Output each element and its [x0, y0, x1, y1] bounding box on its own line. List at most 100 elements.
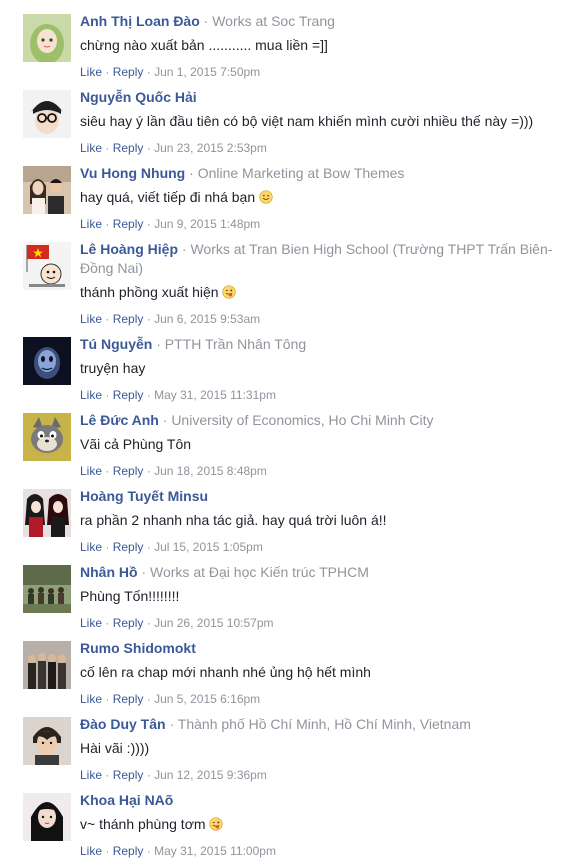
comment-author[interactable]: Vu Hong Nhung: [80, 165, 185, 181]
comment-item: Hoàng Tuyết Minsu ra phần 2 nhanh nha tá…: [0, 483, 576, 559]
comment-timestamp[interactable]: May 31, 2015 11:31pm: [154, 388, 276, 402]
comment-timestamp[interactable]: Jun 18, 2015 8:48pm: [154, 464, 267, 478]
reply-link[interactable]: Reply: [113, 312, 144, 326]
action-separator: ·: [146, 388, 155, 402]
meta-separator: ·: [189, 165, 198, 181]
comment-timestamp[interactable]: Jul 15, 2015 1:05pm: [154, 540, 263, 554]
meta-separator: ·: [203, 13, 213, 29]
like-link[interactable]: Like: [80, 312, 102, 326]
comment-actions: Like · Reply · Jun 5, 2015 6:16pm: [80, 691, 564, 707]
like-link[interactable]: Like: [80, 616, 102, 630]
action-separator: ·: [146, 65, 155, 79]
action-separator: ·: [105, 844, 113, 858]
like-link[interactable]: Like: [80, 217, 102, 231]
action-separator: ·: [105, 768, 113, 782]
meta-separator: ·: [156, 336, 165, 352]
comment-text: v~ thánh phùng tơm: [80, 816, 206, 832]
meta-separator: ·: [141, 564, 151, 580]
comment-item: Anh Thị Loan Đào · Works at Soc Trang ch…: [0, 8, 576, 84]
comment-text: Hài vãi :)))): [80, 740, 150, 756]
like-link[interactable]: Like: [80, 464, 102, 478]
comment-author[interactable]: Rumo Shidomokt: [80, 640, 196, 656]
comment-item: Khoa Hại NAõ v~ thánh phùng tơm Like · R…: [0, 787, 576, 863]
action-separator: ·: [105, 141, 113, 155]
action-separator: ·: [105, 217, 113, 231]
action-separator: ·: [146, 540, 155, 554]
action-separator: ·: [146, 616, 155, 630]
comment-author[interactable]: Tú Nguyễn: [80, 336, 152, 352]
comment-item: Nhân Hồ · Works at Đại học Kiến trúc TPH…: [0, 559, 576, 635]
comment-author[interactable]: Lê Đức Anh: [80, 412, 159, 428]
action-separator: ·: [105, 65, 113, 79]
comment-text: truyện hay: [80, 360, 146, 376]
comment-actions: Like · Reply · Jun 1, 2015 7:50pm: [80, 64, 564, 80]
band-photo-avatar[interactable]: [23, 641, 71, 689]
comment-item: Lê Hoàng Hiệp · Works at Tran Bien High …: [0, 236, 576, 331]
anime-pair-avatar[interactable]: [23, 489, 71, 537]
comment-text: Vãi cả Phùng Tôn: [80, 436, 192, 452]
group-outdoor-avatar[interactable]: [23, 565, 71, 613]
reply-link[interactable]: Reply: [113, 464, 144, 478]
comment-text: ra phần 2 nhanh nha tác giả. hay quá trờ…: [80, 512, 387, 528]
comment-author[interactable]: Lê Hoàng Hiệp: [80, 241, 178, 257]
comment-timestamp[interactable]: Jun 9, 2015 1:48pm: [154, 217, 260, 231]
comment-author[interactable]: Anh Thị Loan Đào: [80, 13, 200, 29]
comment-timestamp[interactable]: Jun 23, 2015 2:53pm: [154, 141, 267, 155]
reply-link[interactable]: Reply: [113, 768, 144, 782]
comment-timestamp[interactable]: Jun 12, 2015 9:36pm: [154, 768, 267, 782]
like-link[interactable]: Like: [80, 692, 102, 706]
reply-link[interactable]: Reply: [113, 844, 144, 858]
dark-creature-avatar[interactable]: [23, 337, 71, 385]
comment-text-row: v~ thánh phùng tơm: [80, 815, 564, 834]
cartoon-cat-avatar[interactable]: [23, 413, 71, 461]
comment-timestamp[interactable]: Jun 6, 2015 9:53am: [154, 312, 260, 326]
action-separator: ·: [146, 844, 155, 858]
like-link[interactable]: Like: [80, 388, 102, 402]
action-separator: ·: [105, 540, 113, 554]
smile-emoji-icon: [259, 190, 273, 204]
comment-author[interactable]: Đào Duy Tân: [80, 716, 166, 732]
comment-actions: Like · Reply · Jul 15, 2015 1:05pm: [80, 539, 564, 555]
action-separator: ·: [146, 464, 155, 478]
like-link[interactable]: Like: [80, 141, 102, 155]
comment-text: siêu hay ý lần đầu tiên có bộ việt nam k…: [80, 113, 534, 129]
like-link[interactable]: Like: [80, 65, 102, 79]
like-link[interactable]: Like: [80, 540, 102, 554]
comment-timestamp[interactable]: Jun 26, 2015 10:57pm: [154, 616, 273, 630]
young-man-avatar[interactable]: [23, 717, 71, 765]
reply-link[interactable]: Reply: [113, 692, 144, 706]
action-separator: ·: [105, 692, 113, 706]
action-separator: ·: [105, 388, 113, 402]
comment-timestamp[interactable]: Jun 1, 2015 7:50pm: [154, 65, 260, 79]
comment-actions: Like · Reply · Jun 9, 2015 1:48pm: [80, 216, 564, 232]
comment-list: Anh Thị Loan Đào · Works at Soc Trang ch…: [0, 0, 576, 863]
comment-timestamp[interactable]: May 31, 2015 11:00pm: [154, 844, 276, 858]
flag-cartoon-avatar[interactable]: [23, 242, 71, 290]
comment-author[interactable]: Khoa Hại NAõ: [80, 792, 173, 808]
like-link[interactable]: Like: [80, 768, 102, 782]
comment-actions: Like · Reply · Jun 26, 2015 10:57pm: [80, 615, 564, 631]
reply-link[interactable]: Reply: [113, 540, 144, 554]
action-separator: ·: [146, 312, 155, 326]
comment-timestamp[interactable]: Jun 5, 2015 6:16pm: [154, 692, 260, 706]
dark-hair-girl-avatar[interactable]: [23, 793, 71, 841]
comment-author-meta: PTTH Trần Nhân Tông: [164, 336, 307, 352]
comment-author[interactable]: Hoàng Tuyết Minsu: [80, 488, 208, 504]
glasses-avatar[interactable]: [23, 90, 71, 138]
comment-item: Lê Đức Anh · University of Economics, Ho…: [0, 407, 576, 483]
reply-link[interactable]: Reply: [113, 616, 144, 630]
reply-link[interactable]: Reply: [113, 141, 144, 155]
anime-girl-avatar[interactable]: [23, 14, 71, 62]
couple-photo-avatar[interactable]: [23, 166, 71, 214]
comment-item: Tú Nguyễn · PTTH Trần Nhân Tông truyện h…: [0, 331, 576, 407]
reply-link[interactable]: Reply: [113, 217, 144, 231]
reply-link[interactable]: Reply: [113, 388, 144, 402]
action-separator: ·: [146, 217, 155, 231]
comment-actions: Like · Reply · Jun 6, 2015 9:53am: [80, 311, 564, 327]
comment-author[interactable]: Nhân Hồ: [80, 564, 138, 580]
reply-link[interactable]: Reply: [113, 65, 144, 79]
comment-author[interactable]: Nguyễn Quốc Hải: [80, 89, 197, 105]
like-link[interactable]: Like: [80, 844, 102, 858]
comment-author-meta: Works at Soc Trang: [212, 13, 335, 29]
action-separator: ·: [146, 141, 155, 155]
